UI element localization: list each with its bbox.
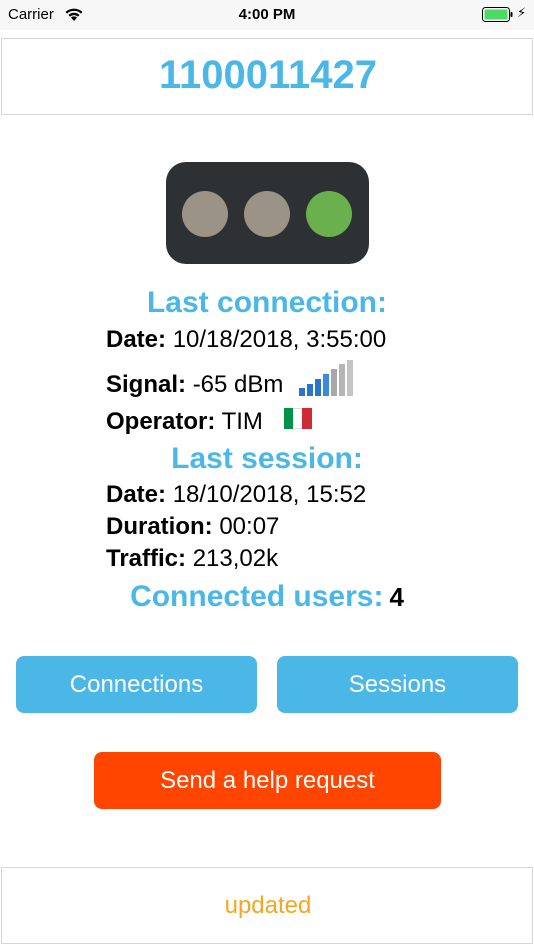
operator-label: Operator:: [106, 408, 216, 435]
last-connection-title: Last connection:: [146, 286, 387, 319]
status-bar: Carrier 4:00 PM ⚡: [0, 0, 534, 30]
last-session-duration: Duration: 00:07: [106, 513, 279, 541]
traffic-label: Traffic:: [106, 545, 187, 572]
status-traffic-light: [166, 162, 369, 264]
last-connection-operator: Operator: TIM: [106, 408, 312, 436]
date-label: Date:: [106, 326, 167, 353]
charging-icon: ⚡: [517, 5, 527, 20]
update-status-footer: updated: [1, 867, 533, 944]
date-value: 10/18/2018, 3:55:00: [172, 326, 387, 353]
connected-users-count: 4: [389, 582, 404, 612]
italy-flag-icon: [283, 408, 312, 429]
connections-button[interactable]: Connections: [16, 656, 257, 713]
traffic-value: 213,02k: [192, 545, 279, 572]
last-session-traffic: Traffic: 213,02k: [106, 545, 278, 573]
duration-label: Duration:: [106, 513, 213, 540]
last-session-title: Last session:: [171, 442, 363, 475]
signal-value: -65 dBm: [192, 371, 284, 398]
sessions-button[interactable]: Sessions: [277, 656, 518, 713]
signal-strength-icon: [299, 360, 354, 396]
last-session-date: Date: 18/10/2018, 15:52: [106, 481, 366, 509]
operator-value: TIM: [221, 408, 263, 435]
connected-users-label: Connected users:: [130, 580, 384, 613]
signal-label: Signal:: [106, 371, 187, 398]
date-label: Date:: [106, 481, 167, 508]
date-value: 18/10/2018, 15:52: [172, 481, 367, 508]
device-header: 1100011427: [1, 38, 533, 115]
last-connection-signal: Signal: -65 dBm: [106, 360, 354, 399]
last-connection-date: Date: 10/18/2018, 3:55:00: [106, 326, 386, 354]
device-id: 1100011427: [158, 53, 378, 97]
traffic-lamp-off: [244, 191, 290, 237]
duration-value: 00:07: [219, 513, 280, 540]
traffic-lamp-green: [306, 191, 352, 237]
clock: 4:00 PM: [238, 6, 296, 23]
traffic-lamp-off: [182, 191, 228, 237]
connected-users: Connected users: 4: [0, 580, 534, 614]
update-status-text: updated: [224, 892, 312, 919]
help-request-button[interactable]: Send a help request: [94, 752, 441, 809]
battery-icon: [482, 7, 513, 22]
